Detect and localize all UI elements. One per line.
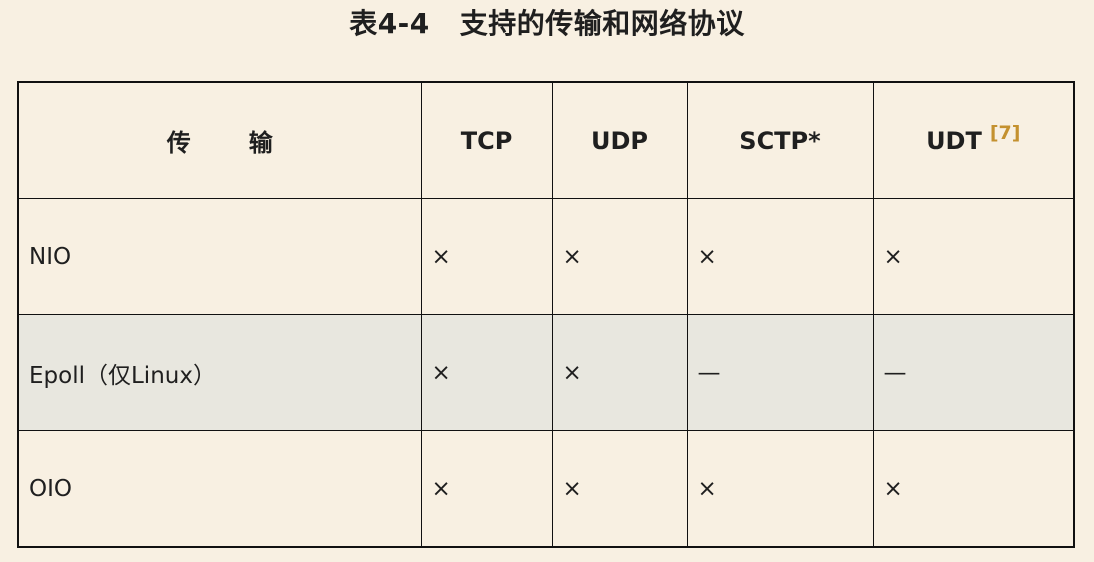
- cell-udp: ×: [551, 314, 688, 431]
- protocol-table-container: 传输 TCP UDP SCTP* UDT [7] NIO × × × × Epol…: [17, 81, 1075, 548]
- cell-sctp: ×: [686, 198, 874, 315]
- cell-udt: ×: [872, 198, 1075, 315]
- cell-udp: ×: [551, 430, 688, 548]
- cell-tcp: ×: [420, 314, 553, 431]
- header-tcp: TCP: [420, 81, 553, 199]
- cell-transport: Epoll（仅Linux）: [17, 314, 422, 431]
- cell-udt: —: [872, 314, 1075, 431]
- caption-number: 表4-4: [349, 7, 430, 40]
- caption-title: 支持的传输和网络协议: [459, 7, 745, 40]
- protocol-table: 传输 TCP UDP SCTP* UDT [7] NIO × × × × Epol…: [17, 81, 1075, 548]
- header-transport: 传输: [17, 81, 422, 199]
- cell-sctp: ×: [686, 430, 874, 548]
- cell-tcp: ×: [420, 430, 553, 548]
- cell-transport: OIO: [17, 430, 422, 548]
- header-udp: UDP: [551, 81, 688, 199]
- header-sctp: SCTP*: [686, 81, 874, 199]
- table-caption: 表4-4 支持的传输和网络协议: [0, 4, 1094, 44]
- udt-reference-link[interactable]: [7]: [990, 122, 1021, 144]
- table-row: Epoll（仅Linux） × × — —: [17, 314, 1075, 431]
- cell-sctp: —: [686, 314, 874, 431]
- table-row: OIO × × × ×: [17, 430, 1075, 548]
- cell-tcp: ×: [420, 198, 553, 315]
- header-udt: UDT [7]: [872, 81, 1075, 199]
- table-row: NIO × × × ×: [17, 198, 1075, 315]
- cell-udp: ×: [551, 198, 688, 315]
- cell-udt: ×: [872, 430, 1075, 548]
- cell-transport: NIO: [17, 198, 422, 315]
- header-udt-label: UDT: [926, 126, 982, 155]
- table-header-row: 传输 TCP UDP SCTP* UDT [7]: [17, 81, 1075, 199]
